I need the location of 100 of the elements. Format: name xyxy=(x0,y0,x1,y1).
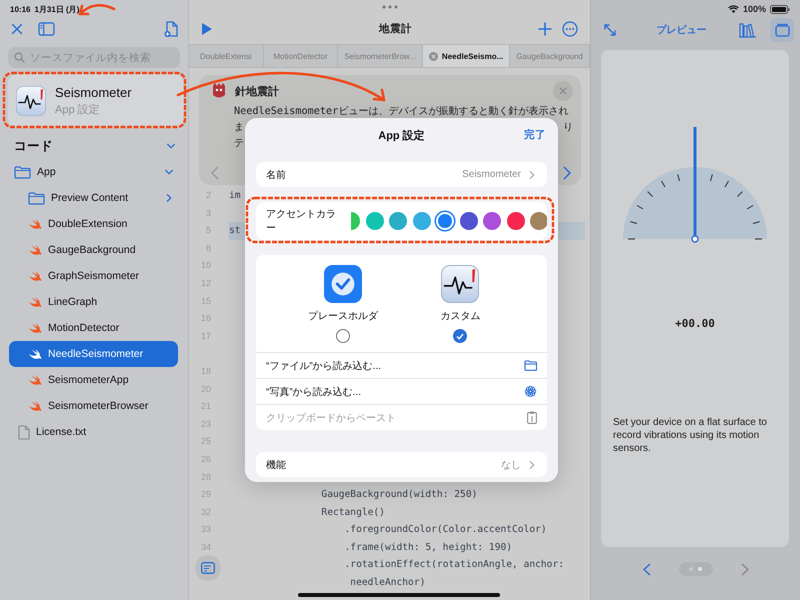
swift-icon xyxy=(28,296,42,308)
file-item[interactable]: GraphSeismometer xyxy=(9,263,178,289)
color-swatch[interactable] xyxy=(436,212,454,230)
file-item[interactable]: MotionDetector xyxy=(9,315,178,341)
device-icon xyxy=(774,23,790,37)
new-file-icon[interactable] xyxy=(164,20,178,38)
chevron-icon[interactable] xyxy=(164,193,174,203)
sidebar-toggle-icon[interactable] xyxy=(38,22,55,36)
color-swatch[interactable] xyxy=(460,212,478,230)
file-item[interactable]: DoubleExtension xyxy=(9,211,178,237)
color-swatch[interactable] xyxy=(530,212,547,230)
dialog-title: App 設定 xyxy=(378,128,425,142)
color-swatch[interactable] xyxy=(366,212,384,230)
file-item[interactable]: LineGraph xyxy=(9,289,178,315)
code-line: .foregroundColor(Color.accentColor) xyxy=(344,523,548,538)
action-row[interactable]: “ファイル”から読み込む... xyxy=(256,352,547,378)
section-title: コード xyxy=(14,138,53,154)
reading-text: +00.00 xyxy=(675,317,715,330)
code-line: .frame(width: 5, height: 190) xyxy=(344,540,514,555)
window-dots-icon[interactable] xyxy=(380,5,398,9)
annotation-arrow xyxy=(78,4,116,16)
status-time: 10:16 xyxy=(10,4,30,14)
folder-icon xyxy=(28,192,45,204)
guide-text: り xyxy=(563,121,573,135)
search-icon xyxy=(14,52,25,63)
page-indicator[interactable] xyxy=(678,562,712,576)
back-icon[interactable] xyxy=(642,562,650,576)
battery-level: 100% xyxy=(742,4,766,14)
play-icon[interactable] xyxy=(201,22,213,36)
app-name: Seismometer xyxy=(55,85,132,100)
library-icon xyxy=(739,22,757,38)
file-tab[interactable]: NeedleSeismo... xyxy=(422,45,510,67)
color-swatch[interactable] xyxy=(412,212,431,230)
color-swatch[interactable] xyxy=(483,212,502,230)
app-settings-card[interactable]: Seismometer App 設定 xyxy=(8,74,184,128)
close-icon[interactable] xyxy=(10,22,24,36)
seismograph-app-icon xyxy=(441,265,480,303)
file-item[interactable]: SeismometerBrowser xyxy=(9,393,178,419)
check-app-icon xyxy=(324,265,362,303)
editor-title: 地震計 xyxy=(378,22,413,36)
emblem-icon xyxy=(211,82,227,100)
code-line: GaugeBackground(width: 250) xyxy=(320,488,478,502)
action-row[interactable]: “写真”から読み込む... xyxy=(256,378,547,404)
app-subtitle: App 設定 xyxy=(55,102,101,117)
file-item[interactable]: SeismometerApp xyxy=(9,367,178,393)
chevron-icon[interactable] xyxy=(166,141,176,151)
icon-option-label: プレースホルダ xyxy=(308,310,378,323)
folder-item[interactable]: Preview Content xyxy=(9,185,178,211)
status-date: 1月31日 (月) xyxy=(34,4,80,14)
icon-option-label: カスタム xyxy=(440,310,480,323)
forward-icon[interactable] xyxy=(562,166,571,180)
file-item[interactable]: License.txt xyxy=(9,419,178,445)
device-button[interactable] xyxy=(770,18,794,42)
folder-item[interactable]: App xyxy=(9,159,178,185)
expand-icon[interactable] xyxy=(603,23,617,37)
guide-text: ま xyxy=(234,121,244,135)
battery-icon xyxy=(770,4,790,14)
instruction-text: Set your device on a flat surface to record vibrations using its motion sensors. xyxy=(612,416,768,455)
document-icon xyxy=(18,424,30,440)
swift-icon xyxy=(28,244,42,256)
flower-icon xyxy=(524,385,537,398)
swift-icon xyxy=(28,348,42,360)
radio-button[interactable] xyxy=(336,329,350,343)
guide-text: NeedleSeismometerビューは、デバイスが振動すると動く針が表示され xyxy=(234,104,568,119)
app-icon xyxy=(16,86,46,116)
color-swatch[interactable] xyxy=(506,212,525,230)
code-line: im xyxy=(229,189,242,203)
document-icon xyxy=(201,562,215,574)
code-line: needleAnchor) xyxy=(349,576,426,590)
swift-icon xyxy=(28,322,42,334)
swift-icon xyxy=(28,400,42,412)
guide-text: テ xyxy=(234,137,244,151)
chevron-icon[interactable] xyxy=(164,167,174,177)
swift-icon xyxy=(28,270,42,282)
folder-icon xyxy=(14,166,31,178)
code-line: Rectangle() xyxy=(320,506,386,520)
close-icon xyxy=(559,87,567,95)
color-swatch[interactable] xyxy=(389,212,408,230)
wifi-icon xyxy=(728,4,739,14)
file-item[interactable]: GaugeBackground xyxy=(9,237,178,263)
close-icon[interactable] xyxy=(428,52,438,60)
swift-icon xyxy=(28,374,42,386)
check-icon xyxy=(456,332,464,340)
radio-button[interactable] xyxy=(453,329,468,343)
swift-icon xyxy=(28,218,42,230)
document-button[interactable] xyxy=(195,555,221,581)
back-icon[interactable] xyxy=(211,166,220,180)
file-item[interactable]: NeedleSeismometer xyxy=(9,341,178,367)
chevron-icon xyxy=(527,460,537,470)
code-line: .rotationEffect(rotationAngle, anchor: xyxy=(344,558,566,572)
forward-icon[interactable] xyxy=(740,562,748,576)
done-button[interactable]: 完了 xyxy=(524,128,546,142)
chevron-icon xyxy=(527,170,537,180)
close-button[interactable] xyxy=(553,81,573,101)
feature-row[interactable]: 機能 なし xyxy=(256,452,547,477)
preview-title: プレビュー xyxy=(656,23,708,37)
folder-icon xyxy=(524,360,537,371)
more-icon[interactable] xyxy=(562,21,578,37)
name-row[interactable]: 名前 Seismometer xyxy=(256,162,547,187)
add-icon[interactable] xyxy=(538,22,552,36)
